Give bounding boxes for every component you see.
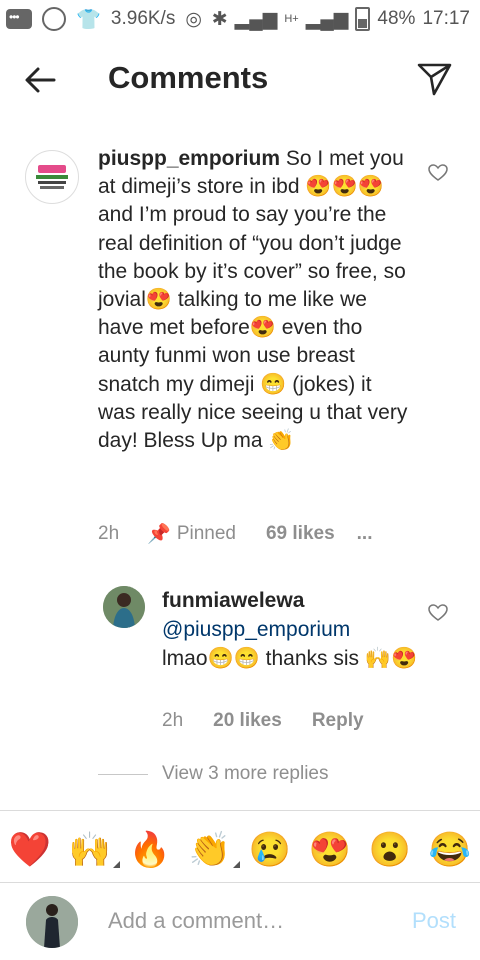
my-avatar bbox=[26, 896, 78, 948]
signal-icon: ▂▄▆ bbox=[234, 8, 278, 30]
emoji-clap-glyph: 👏 bbox=[188, 831, 232, 869]
comment-meta: 2h 📌 Pinned 69 likes ... bbox=[98, 522, 373, 546]
avatar-image bbox=[27, 152, 77, 202]
arrow-left-icon bbox=[25, 67, 56, 93]
post-button[interactable]: Post bbox=[412, 908, 456, 934]
reply-meta: 2h 20 likes Reply bbox=[162, 710, 364, 732]
view-more-label: View 3 more replies bbox=[162, 763, 329, 784]
network-type: H+ bbox=[284, 13, 299, 25]
reply-likes[interactable]: 20 likes bbox=[213, 710, 282, 732]
clock: 17:17 bbox=[422, 8, 470, 29]
pinned-label: Pinned bbox=[176, 523, 236, 544]
divider bbox=[0, 810, 480, 811]
share-button[interactable] bbox=[414, 60, 454, 100]
skin-tone-indicator bbox=[233, 861, 241, 868]
paper-plane-icon bbox=[417, 63, 452, 96]
reply-body: funmiawelewa @piuspp_emporium lmao😁😁 tha… bbox=[162, 586, 422, 673]
emoji-heart[interactable]: ❤️ bbox=[9, 830, 51, 870]
message-notification-icon bbox=[6, 9, 32, 29]
bluetooth-icon: ✱ bbox=[211, 8, 228, 30]
more-options-button[interactable]: ... bbox=[357, 523, 373, 545]
page-title: Comments bbox=[108, 60, 269, 95]
status-bar: 👕 3.96K/s ◎ ✱ ▂▄▆ H+ ▂▄▆ 48% 17:17 bbox=[0, 0, 480, 38]
emoji-raised-hands-glyph: 🙌 bbox=[68, 831, 112, 869]
like-heart-icon[interactable] bbox=[428, 163, 448, 183]
emoji-laughing[interactable]: 😂 bbox=[429, 830, 471, 870]
comment-body: piuspp_emporium So I met you at dimeji’s… bbox=[98, 145, 410, 455]
reply-avatar[interactable] bbox=[103, 586, 145, 628]
emoji-heart-eyes[interactable]: 😍 bbox=[309, 830, 351, 870]
battery-icon bbox=[355, 7, 371, 31]
commenter-avatar[interactable] bbox=[25, 150, 79, 204]
avatar-image bbox=[103, 586, 145, 628]
reply-like-heart-icon[interactable] bbox=[428, 603, 448, 623]
emoji-fire[interactable]: 🔥 bbox=[129, 830, 171, 870]
network-speed: 3.96K/s bbox=[110, 8, 176, 29]
reply-username[interactable]: funmiawelewa bbox=[162, 586, 422, 615]
shirt-icon: 👕 bbox=[76, 8, 101, 31]
emoji-raised-hands[interactable]: 🙌 bbox=[68, 830, 121, 870]
avatar-image bbox=[26, 896, 78, 948]
battery-level: 48% bbox=[377, 8, 416, 29]
hotspot-icon: ◎ bbox=[185, 8, 202, 30]
header: Comments bbox=[0, 50, 480, 108]
divider bbox=[0, 882, 480, 883]
comment-text: So I met you at dimeji’s store in ibd 😍😍… bbox=[98, 147, 408, 453]
pin-icon: 📌 bbox=[147, 524, 171, 545]
reply-time: 2h bbox=[162, 710, 184, 731]
view-more-replies[interactable]: View 3 more replies bbox=[98, 763, 329, 785]
comment-likes[interactable]: 69 likes bbox=[266, 523, 335, 545]
emoji-sad[interactable]: 😢 bbox=[249, 830, 291, 870]
reply-button[interactable]: Reply bbox=[312, 710, 364, 732]
emoji-bar: ❤️ 🙌 🔥 👏 😢 😍 😮 😂 bbox=[0, 824, 480, 876]
emoji-clap[interactable]: 👏 bbox=[188, 830, 241, 870]
emoji-surprised[interactable]: 😮 bbox=[369, 830, 411, 870]
reply-mention[interactable]: @piuspp_emporium bbox=[162, 615, 422, 644]
comment-time: 2h bbox=[98, 523, 120, 544]
skin-tone-indicator bbox=[113, 861, 121, 868]
whatsapp-icon bbox=[42, 7, 66, 31]
comment-username[interactable]: piuspp_emporium bbox=[98, 147, 280, 170]
signal-icon-2: ▂▄▆ bbox=[305, 8, 349, 30]
view-more-line bbox=[98, 773, 148, 775]
back-button[interactable] bbox=[20, 58, 64, 102]
comment-input[interactable]: Add a comment… bbox=[108, 908, 284, 934]
reply-text: lmao😁😁 thanks sis 🙌😍 bbox=[162, 647, 418, 670]
